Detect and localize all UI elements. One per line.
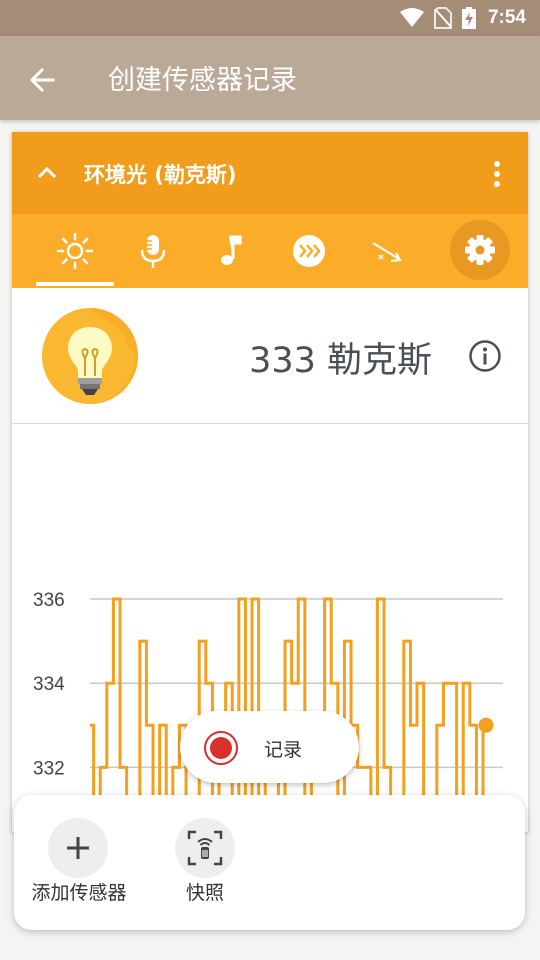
snapshot-button[interactable]: 快照: [140, 818, 270, 918]
music-note-icon: [221, 235, 242, 265]
status-time: 7:54: [487, 7, 526, 28]
wifi-icon: [399, 8, 424, 27]
status-bar: 7:54: [0, 0, 540, 36]
tab-settings[interactable]: [450, 220, 510, 280]
tab-brightness[interactable]: [36, 214, 114, 288]
snapshot-icon: [187, 830, 223, 866]
gear-icon: [465, 235, 495, 265]
add-sensor-label: 添加传感器: [31, 882, 127, 904]
tab-magnetometer[interactable]: [348, 214, 426, 288]
sensor-title[interactable]: 环境光 (勒克斯): [84, 159, 237, 189]
sensor-card-header: 环境光 (勒克斯): [12, 132, 528, 214]
fast-forward-icon: [293, 235, 325, 267]
arrow-back-icon[interactable]: [26, 64, 58, 96]
battery-charging-icon: [461, 7, 476, 29]
snapshot-circle: [175, 818, 235, 878]
microphone-icon: [140, 235, 166, 268]
page-title: 创建传感器记录: [108, 65, 297, 96]
plus-icon: [67, 837, 89, 859]
snapshot-label: 快照: [185, 882, 224, 904]
add-sensor-button[interactable]: 添加传感器: [14, 818, 144, 918]
more-vert-icon[interactable]: [492, 160, 502, 188]
no-sim-icon: [433, 7, 452, 29]
y-tick-label: 334: [33, 674, 65, 695]
record-button[interactable]: 记录: [180, 711, 359, 783]
light-bulb-icon: [42, 308, 138, 404]
tab-music[interactable]: [192, 214, 270, 288]
record-dot-icon: [204, 731, 238, 765]
chevron-up-icon[interactable]: [34, 160, 60, 186]
sensor-reading: 333 勒克斯: [12, 288, 528, 424]
y-tick-label: 336: [33, 590, 65, 611]
latest-data-point: [478, 717, 494, 733]
sensor-tabs: [12, 214, 528, 288]
tab-microphone[interactable]: [114, 214, 192, 288]
tab-fast-forward[interactable]: [270, 214, 348, 288]
sensor-value: 333 勒克斯: [249, 341, 432, 381]
bottom-action-panel: 添加传感器 快照: [14, 795, 525, 930]
app-bar: 创建传感器记录: [0, 36, 540, 120]
add-sensor-circle: [48, 818, 108, 878]
info-icon[interactable]: [468, 339, 502, 373]
record-label: 记录: [264, 739, 303, 761]
y-tick-label: 332: [33, 758, 65, 779]
brightness-icon: [56, 232, 94, 270]
magnetometer-icon: [372, 242, 402, 262]
